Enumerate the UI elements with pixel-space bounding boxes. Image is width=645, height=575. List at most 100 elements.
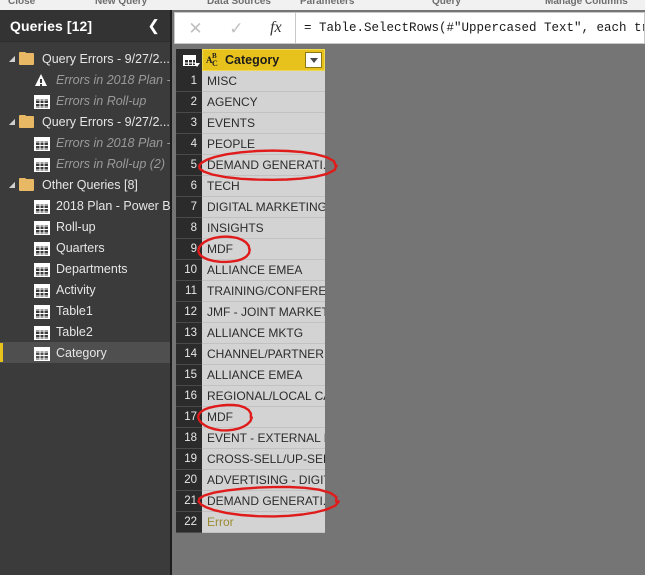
table-row[interactable]: 9 MDF (176, 239, 325, 260)
row-number[interactable]: 14 (176, 344, 202, 365)
cell-category-value[interactable]: ALLIANCE MKTG (202, 323, 325, 344)
cell-category-value[interactable]: ALLIANCE EMEA (202, 260, 325, 281)
sidebar-item-table1[interactable]: Table1 (0, 300, 170, 321)
table-row[interactable]: 5 DEMAND GENERATI... (176, 155, 325, 176)
table-row[interactable]: 6 TECH (176, 176, 325, 197)
table-row[interactable]: 13 ALLIANCE MKTG (176, 323, 325, 344)
cell-category-value[interactable]: TRAINING/CONFERE... (202, 281, 325, 302)
table-row[interactable]: 18EVENT - EXTERNAL LI... (176, 428, 325, 449)
table-row[interactable]: 7 DIGITAL MARKETING (176, 197, 325, 218)
sidebar-item-other-queries-8[interactable]: ◢ Other Queries [8] (0, 174, 170, 195)
sidebar-item-roll-up[interactable]: Roll-up (0, 216, 170, 237)
cell-category-value[interactable]: AGENCY (202, 92, 325, 113)
table-icon (32, 283, 50, 298)
row-number[interactable]: 22 (176, 512, 202, 533)
table-icon (32, 220, 50, 235)
row-number[interactable]: 1 (176, 71, 202, 92)
chevron-down-icon[interactable] (305, 52, 322, 68)
row-number[interactable]: 2 (176, 92, 202, 113)
cell-category-value[interactable]: ALLIANCE EMEA (202, 365, 325, 386)
row-number[interactable]: 19 (176, 449, 202, 470)
close-icon[interactable]: ✕ (188, 20, 202, 37)
cell-category-value[interactable]: DEMAND GENERATI... (202, 155, 325, 176)
row-number[interactable]: 4 (176, 134, 202, 155)
table-row[interactable]: 16REGIONAL/LOCAL CA... (176, 386, 325, 407)
row-number[interactable]: 20 (176, 470, 202, 491)
table-row[interactable]: 14 CHANNEL/PARTNER ... (176, 344, 325, 365)
row-number[interactable]: 16 (176, 386, 202, 407)
sidebar-item-label: Category (56, 345, 107, 360)
table-row[interactable]: 12JMF - JOINT MARKETI... (176, 302, 325, 323)
table-row[interactable]: 17 MDF (176, 407, 325, 428)
table-row[interactable]: 2 AGENCY (176, 92, 325, 113)
page-title: Queries [12] (10, 17, 93, 34)
fx-icon[interactable]: fx (270, 20, 282, 36)
table-row[interactable]: 4 PEOPLE (176, 134, 325, 155)
row-number[interactable]: 8 (176, 218, 202, 239)
row-number[interactable]: 11 (176, 281, 202, 302)
row-number[interactable]: 13 (176, 323, 202, 344)
sidebar-item-errors-in-roll-up[interactable]: Errors in Roll-up (0, 90, 170, 111)
row-number[interactable]: 15 (176, 365, 202, 386)
sidebar-item-quarters[interactable]: Quarters (0, 237, 170, 258)
cell-category-value[interactable]: DEMAND GENERATI... (202, 491, 325, 512)
cell-category-value[interactable]: CROSS-SELL/UP-SELL (202, 449, 325, 470)
table-row[interactable]: 20ADVERTISING - DIGIT... (176, 470, 325, 491)
sidebar-item-errors-in-2018-plan[interactable]: Errors in 2018 Plan -... (0, 69, 170, 90)
cell-category-value[interactable]: INSIGHTS (202, 218, 325, 239)
expand-triangle-down-icon[interactable]: ◢ (6, 117, 18, 126)
sidebar-item-2018-plan-power-bi[interactable]: 2018 Plan - Power BI (0, 195, 170, 216)
sidebar-item-errors-in-roll-up-2[interactable]: Errors in Roll-up (2) (0, 153, 170, 174)
cell-category-value[interactable]: REGIONAL/LOCAL CA... (202, 386, 325, 407)
chevron-left-icon[interactable]: ❮ (147, 18, 160, 33)
sidebar-item-errors-in-2018-plan[interactable]: Errors in 2018 Plan -... (0, 132, 170, 153)
table-row[interactable]: 8 INSIGHTS (176, 218, 325, 239)
formula-input[interactable]: = Table.SelectRows(#"Uppercased Text", e… (296, 12, 645, 44)
cell-category-value[interactable]: PEOPLE (202, 134, 325, 155)
row-number[interactable]: 6 (176, 176, 202, 197)
cell-category-value[interactable]: EVENT - EXTERNAL LI... (202, 428, 325, 449)
select-all-table-icon[interactable] (176, 49, 202, 71)
cell-category-value[interactable]: MDF (202, 239, 325, 260)
sidebar-item-query-errors-9-27-2[interactable]: ◢ Query Errors - 9/27/2... (0, 48, 170, 69)
table-row[interactable]: 10 ALLIANCE EMEA (176, 260, 325, 281)
row-number[interactable]: 12 (176, 302, 202, 323)
row-number[interactable]: 17 (176, 407, 202, 428)
row-number[interactable]: 9 (176, 239, 202, 260)
sidebar-item-table2[interactable]: Table2 (0, 321, 170, 342)
table-row[interactable]: 22 Error (176, 512, 325, 533)
table-row[interactable]: 15 ALLIANCE EMEA (176, 365, 325, 386)
table-row[interactable]: 1 MISC (176, 71, 325, 92)
sidebar-item-label: Errors in Roll-up (2) (56, 156, 166, 171)
cell-category-value[interactable]: JMF - JOINT MARKETI... (202, 302, 325, 323)
row-number[interactable]: 3 (176, 113, 202, 134)
cell-category-value[interactable]: MDF (202, 407, 325, 428)
sidebar-item-query-errors-9-27-2[interactable]: ◢ Query Errors - 9/27/2... (0, 111, 170, 132)
cell-category-value[interactable]: EVENTS (202, 113, 325, 134)
row-number[interactable]: 10 (176, 260, 202, 281)
cell-category-value[interactable]: ADVERTISING - DIGIT... (202, 470, 325, 491)
table-row[interactable]: 3 EVENTS (176, 113, 325, 134)
row-number[interactable]: 18 (176, 428, 202, 449)
expand-triangle-down-icon[interactable]: ◢ (6, 180, 18, 189)
cell-category-value[interactable]: MISC (202, 71, 325, 92)
cell-category-value[interactable]: DIGITAL MARKETING (202, 197, 325, 218)
expand-triangle-down-icon[interactable]: ◢ (6, 54, 18, 63)
cell-error-value[interactable]: Error (202, 512, 325, 533)
table-row[interactable]: 19 CROSS-SELL/UP-SELL (176, 449, 325, 470)
checkmark-icon[interactable]: ✓ (229, 20, 243, 37)
row-number[interactable]: 7 (176, 197, 202, 218)
abc-text-type-icon[interactable]: A B C (206, 52, 223, 68)
column-header-category[interactable]: A B C Category (202, 49, 325, 71)
cell-category-value[interactable]: TECH (202, 176, 325, 197)
formula-bar: ✕ ✓ fx = Table.SelectRows(#"Uppercased T… (174, 12, 645, 44)
sidebar-item-activity[interactable]: Activity (0, 279, 170, 300)
sidebar-item-departments[interactable]: Departments (0, 258, 170, 279)
row-number[interactable]: 21 (176, 491, 202, 512)
cell-category-value[interactable]: CHANNEL/PARTNER ... (202, 344, 325, 365)
table-row[interactable]: 11 TRAINING/CONFERE... (176, 281, 325, 302)
table-row[interactable]: 21 DEMAND GENERATI... (176, 491, 325, 512)
sidebar-item-category[interactable]: Category (0, 342, 170, 363)
row-number[interactable]: 5 (176, 155, 202, 176)
folder-icon (18, 177, 36, 192)
